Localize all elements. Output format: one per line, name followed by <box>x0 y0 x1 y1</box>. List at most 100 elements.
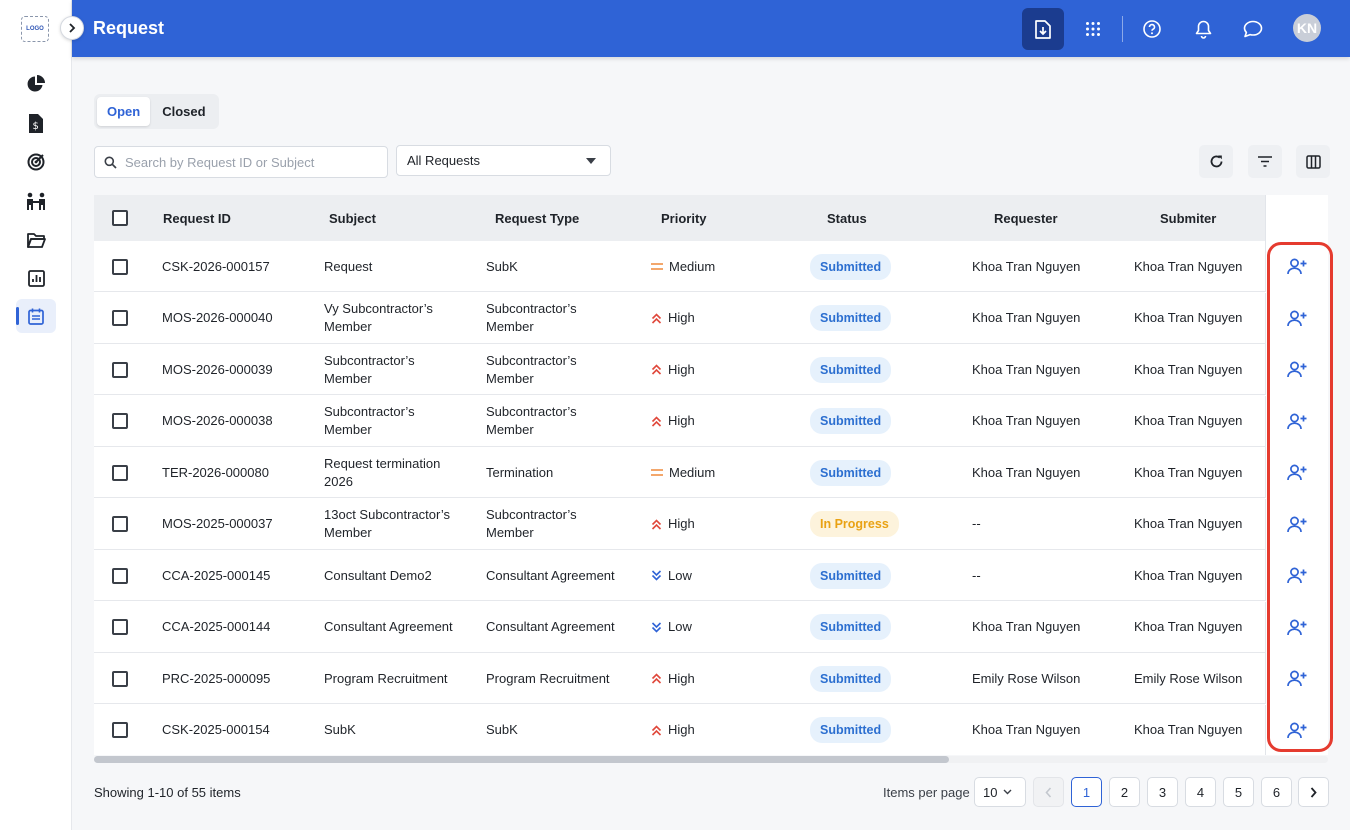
column-header-priority[interactable]: Priority <box>661 195 707 241</box>
row-checkbox[interactable] <box>112 516 128 532</box>
columns-icon <box>1305 154 1321 169</box>
row-checkbox[interactable] <box>112 361 128 378</box>
column-header-requester[interactable]: Requester <box>994 195 1058 241</box>
assign-user-button[interactable] <box>1265 395 1328 447</box>
status-badge: In Progress <box>810 511 899 537</box>
row-checkbox[interactable] <box>112 670 128 687</box>
table-row[interactable]: CCA-2025-000144 Consultant Agreement Consu… <box>94 601 1328 653</box>
tab-closed[interactable]: Closed <box>152 97 215 126</box>
tab-open[interactable]: Open <box>97 97 151 126</box>
sidebar-expand-button[interactable] <box>60 16 84 40</box>
nav-folders[interactable] <box>16 223 56 257</box>
assign-user-button[interactable] <box>1265 498 1328 550</box>
user-avatar[interactable]: KN <box>1293 14 1321 42</box>
nav-requests[interactable] <box>16 299 56 333</box>
row-checkbox[interactable] <box>112 258 128 275</box>
request-id-cell[interactable]: CCA-2025-000145 <box>162 550 270 601</box>
assign-user-button[interactable] <box>1265 344 1328 395</box>
priority-high-icon <box>651 673 662 684</box>
column-header-request-type[interactable]: Request Type <box>495 195 579 241</box>
assign-user-button[interactable] <box>1265 653 1328 704</box>
request-id-cell[interactable]: CSK-2026-000157 <box>162 241 270 292</box>
page-1-button[interactable]: 1 <box>1071 777 1102 807</box>
page-6-button[interactable]: 6 <box>1261 777 1292 807</box>
assign-user-button[interactable] <box>1265 292 1328 344</box>
request-id-cell[interactable]: MOS-2026-000038 <box>162 396 273 447</box>
column-header-subject[interactable]: Subject <box>329 195 376 241</box>
filter-button[interactable] <box>1248 145 1282 178</box>
row-checkbox[interactable] <box>112 619 128 635</box>
table-row[interactable]: TER-2026-000080 Request termination 2026 T… <box>94 447 1328 498</box>
apps-button[interactable] <box>1072 8 1114 50</box>
assign-user-button[interactable] <box>1265 550 1328 601</box>
page-4-button[interactable]: 4 <box>1185 777 1216 807</box>
items-per-page-select[interactable]: 10 <box>974 777 1026 807</box>
prev-page-button[interactable] <box>1033 777 1064 807</box>
nav-reports[interactable] <box>16 261 56 295</box>
request-filter-select[interactable]: All Requests <box>396 145 611 176</box>
row-checkbox[interactable] <box>112 464 128 481</box>
chat-button[interactable] <box>1232 8 1274 50</box>
request-id-cell[interactable]: PRC-2025-000095 <box>162 653 270 704</box>
status-cell: Submitted <box>810 396 892 447</box>
table-row[interactable]: CSK-2025-000154 SubK SubK High Submitted Khoa… <box>94 704 1328 756</box>
row-checkbox[interactable] <box>112 722 128 738</box>
pie-chart-icon <box>27 75 45 92</box>
table-row[interactable]: MOS-2026-000038 Subcontractor’s Member Sub… <box>94 395 1328 447</box>
table-row[interactable]: CSK-2026-000157 Request SubK Medium Submitte… <box>94 241 1328 292</box>
scrollbar-thumb[interactable] <box>94 756 949 763</box>
horizontal-scrollbar[interactable] <box>94 756 1328 763</box>
status-badge: Submitted <box>810 356 892 383</box>
table-row[interactable]: MOS-2026-000040 Vy Subcontractor’s Member… <box>94 292 1328 344</box>
table-row[interactable]: CCA-2025-000145 Consultant Demo2 Consultan… <box>94 550 1328 601</box>
column-header-request-id[interactable]: Request ID <box>163 195 231 241</box>
column-header-status[interactable]: Status <box>827 195 867 241</box>
priority-cell: High <box>651 705 695 756</box>
status-cell: Submitted <box>810 447 892 498</box>
assign-user-button[interactable] <box>1265 241 1328 292</box>
table-row[interactable]: PRC-2025-000095 Program Recruitment Progra… <box>94 653 1328 704</box>
page-5-button[interactable]: 5 <box>1223 777 1254 807</box>
row-checkbox[interactable] <box>112 567 128 584</box>
nav-dashboard[interactable] <box>16 67 56 101</box>
help-button[interactable] <box>1131 8 1173 50</box>
add-user-icon <box>1286 619 1306 635</box>
select-all-checkbox[interactable] <box>112 210 128 226</box>
next-page-button[interactable] <box>1298 777 1329 807</box>
nav-invoices[interactable]: $ <box>16 106 56 140</box>
assign-user-button[interactable] <box>1265 447 1328 498</box>
table-row[interactable]: MOS-2026-000039 Subcontractor’s Member Sub… <box>94 344 1328 395</box>
row-select-cell <box>112 447 128 498</box>
nav-people[interactable] <box>16 184 56 218</box>
row-select-cell <box>112 550 128 601</box>
select-all-cell <box>112 195 128 241</box>
row-checkbox[interactable] <box>112 310 128 326</box>
request-id-cell[interactable]: MOS-2025-000037 <box>162 499 273 550</box>
refresh-icon <box>1210 155 1222 168</box>
submitter-cell: Khoa Tran Nguyen <box>1134 361 1243 377</box>
search-input[interactable] <box>125 154 375 170</box>
row-checkbox[interactable] <box>112 413 128 429</box>
request-id-cell[interactable]: TER-2026-000080 <box>162 447 269 498</box>
request-id-cell[interactable]: CCA-2025-000144 <box>162 602 270 653</box>
requester-cell: Khoa Tran Nguyen <box>972 258 1081 274</box>
assign-user-button[interactable] <box>1265 704 1328 755</box>
notifications-button[interactable] <box>1182 8 1224 50</box>
column-header-submitter[interactable]: Submiter <box>1160 195 1216 241</box>
requests-table: Request ID Subject Request Type Priority… <box>94 195 1328 755</box>
request-id-cell[interactable]: CSK-2025-000154 <box>162 705 270 756</box>
page-2-button[interactable]: 2 <box>1109 777 1140 807</box>
request-id-cell[interactable]: MOS-2026-000039 <box>162 344 273 395</box>
download-button[interactable] <box>1022 8 1064 50</box>
priority-cell: High <box>651 396 695 447</box>
nav-goals[interactable] <box>16 145 56 179</box>
priority-cell: High <box>651 499 695 550</box>
page-3-button[interactable]: 3 <box>1147 777 1178 807</box>
refresh-button[interactable] <box>1199 145 1233 178</box>
assign-user-button[interactable] <box>1265 601 1328 653</box>
columns-button[interactable] <box>1296 145 1330 178</box>
table-row[interactable]: MOS-2025-000037 13oct Subcontractor’s Mem… <box>94 498 1328 550</box>
request-id-cell[interactable]: MOS-2026-000040 <box>162 293 273 344</box>
items-per-page-label: Items per page <box>883 785 970 800</box>
caret-down-icon <box>586 157 596 164</box>
